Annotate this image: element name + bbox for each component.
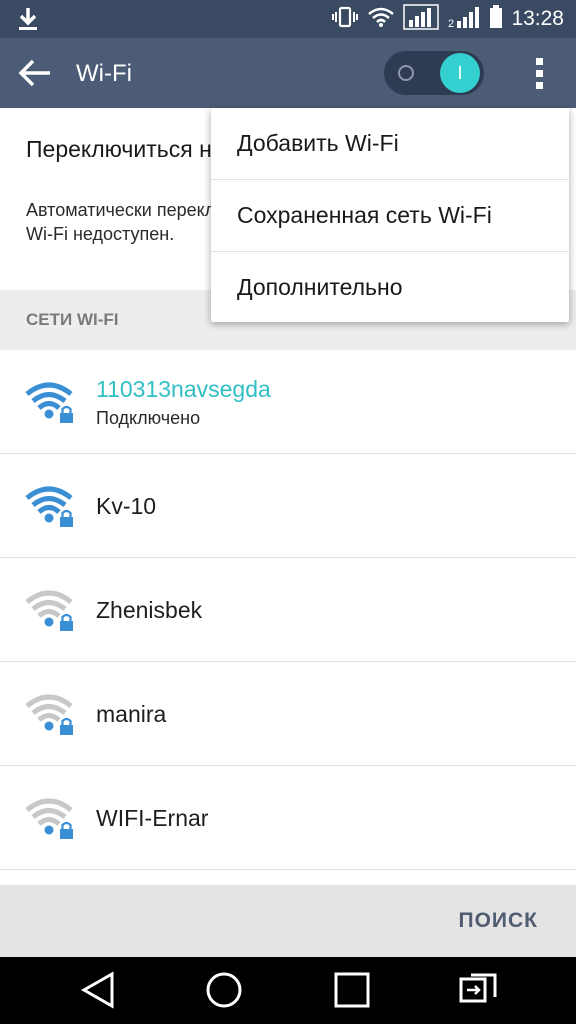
network-name: 110313navsegda <box>96 376 271 402</box>
wifi-secured-weak-icon <box>24 796 78 845</box>
section-header-label: СЕТИ WI-FI <box>26 310 119 329</box>
status-time: 13:28 <box>511 7 564 30</box>
app-bar: Wi-Fi I <box>0 38 576 108</box>
network-name: manira <box>96 701 167 727</box>
network-name: WIFI-Ernar <box>96 805 209 831</box>
dual-window-nav-icon[interactable] <box>455 971 499 1014</box>
network-item[interactable]: manira <box>0 662 576 766</box>
wifi-icon <box>367 6 395 33</box>
svg-text:2: 2 <box>448 18 454 29</box>
menu-item-label: Дополнительно <box>237 274 403 300</box>
search-button[interactable]: ПОИСК <box>458 909 538 933</box>
network-item[interactable]: Kv-10 <box>0 454 576 558</box>
network-list: 110313navsegda Подключено Kv-10 Zhenisbe… <box>0 350 576 870</box>
wifi-secured-weak-icon <box>24 588 78 637</box>
toggle-off-indicator <box>398 65 414 81</box>
menu-item-label: Добавить Wi-Fi <box>237 130 399 156</box>
status-icons: 2 13:28 <box>331 0 564 38</box>
bottom-action-bar: ПОИСК <box>0 885 576 957</box>
menu-item-label: Сохраненная сеть Wi-Fi <box>237 202 492 228</box>
overflow-menu: Добавить Wi-Fi Сохраненная сеть Wi-Fi До… <box>211 108 569 322</box>
toggle-knob: I <box>440 53 480 93</box>
wifi-secured-strong-icon <box>24 380 78 429</box>
network-item[interactable]: WIFI-Ernar <box>0 766 576 870</box>
back-arrow-icon[interactable] <box>18 58 52 93</box>
network-name: Zhenisbek <box>96 597 203 623</box>
wifi-secured-weak-icon <box>24 692 78 741</box>
status-bar: 2 13:28 <box>0 0 576 38</box>
menu-item-advanced[interactable]: Дополнительно <box>211 252 569 323</box>
more-options-icon[interactable] <box>530 56 550 97</box>
home-nav-icon[interactable] <box>205 971 243 1014</box>
navigation-bar <box>0 957 576 1024</box>
wifi-toggle[interactable]: I <box>384 51 484 95</box>
signal-icon <box>403 3 440 35</box>
network-status: Подключено <box>96 408 201 428</box>
recent-apps-nav-icon[interactable] <box>333 971 371 1014</box>
back-nav-icon[interactable] <box>80 971 116 1014</box>
wifi-secured-strong-icon <box>24 484 78 533</box>
menu-item-saved-networks[interactable]: Сохраненная сеть Wi-Fi <box>211 180 569 252</box>
battery-icon <box>489 4 503 34</box>
network-item[interactable]: Zhenisbek <box>0 558 576 662</box>
network-item[interactable]: 110313navsegda Подключено <box>0 350 576 454</box>
download-icon <box>16 6 40 37</box>
network-name: Kv-10 <box>96 493 157 519</box>
vibrate-icon <box>331 6 359 33</box>
menu-item-add-wifi[interactable]: Добавить Wi-Fi <box>211 108 569 180</box>
page-title: Wi-Fi <box>76 60 132 87</box>
signal-icon: 2 <box>447 5 481 34</box>
